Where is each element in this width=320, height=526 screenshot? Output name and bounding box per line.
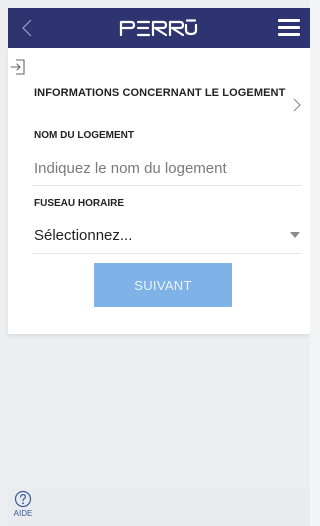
app-screen: INFORMATIONS CONCERNANT LE LOGEMENT NOM …	[0, 0, 310, 526]
chevron-left-icon	[22, 19, 32, 37]
housing-name-input[interactable]	[34, 155, 302, 181]
menu-bar-bottom	[278, 33, 300, 36]
next-button[interactable]: SUIVANT	[94, 263, 232, 307]
divider	[32, 253, 302, 254]
section-title: INFORMATIONS CONCERNANT LE LOGEMENT	[34, 87, 286, 99]
chevron-right-icon[interactable]	[292, 98, 302, 112]
help-button[interactable]: AIDE	[10, 490, 36, 524]
caret-down-icon	[290, 232, 300, 238]
timezone-label: FUSEAU HORAIRE	[34, 198, 125, 209]
exit-button[interactable]	[10, 58, 26, 76]
divider	[32, 185, 302, 186]
housing-info-card: INFORMATIONS CONCERNANT LE LOGEMENT NOM …	[8, 48, 310, 334]
question-circle-icon	[14, 490, 32, 508]
menu-button[interactable]	[276, 17, 302, 39]
timezone-select[interactable]: Sélectionnez...	[34, 222, 302, 248]
back-button[interactable]	[16, 16, 38, 40]
brand-logo	[119, 18, 199, 38]
top-bar	[8, 8, 310, 48]
exit-icon	[10, 59, 25, 75]
menu-bar-middle	[278, 26, 300, 29]
timezone-select-value: Sélectionnez...	[34, 226, 133, 244]
bottom-bar: AIDE	[8, 488, 310, 526]
help-label: AIDE	[13, 509, 33, 518]
hamburger-menu-icon	[278, 19, 300, 22]
housing-name-label: NOM DU LOGEMENT	[34, 130, 134, 141]
